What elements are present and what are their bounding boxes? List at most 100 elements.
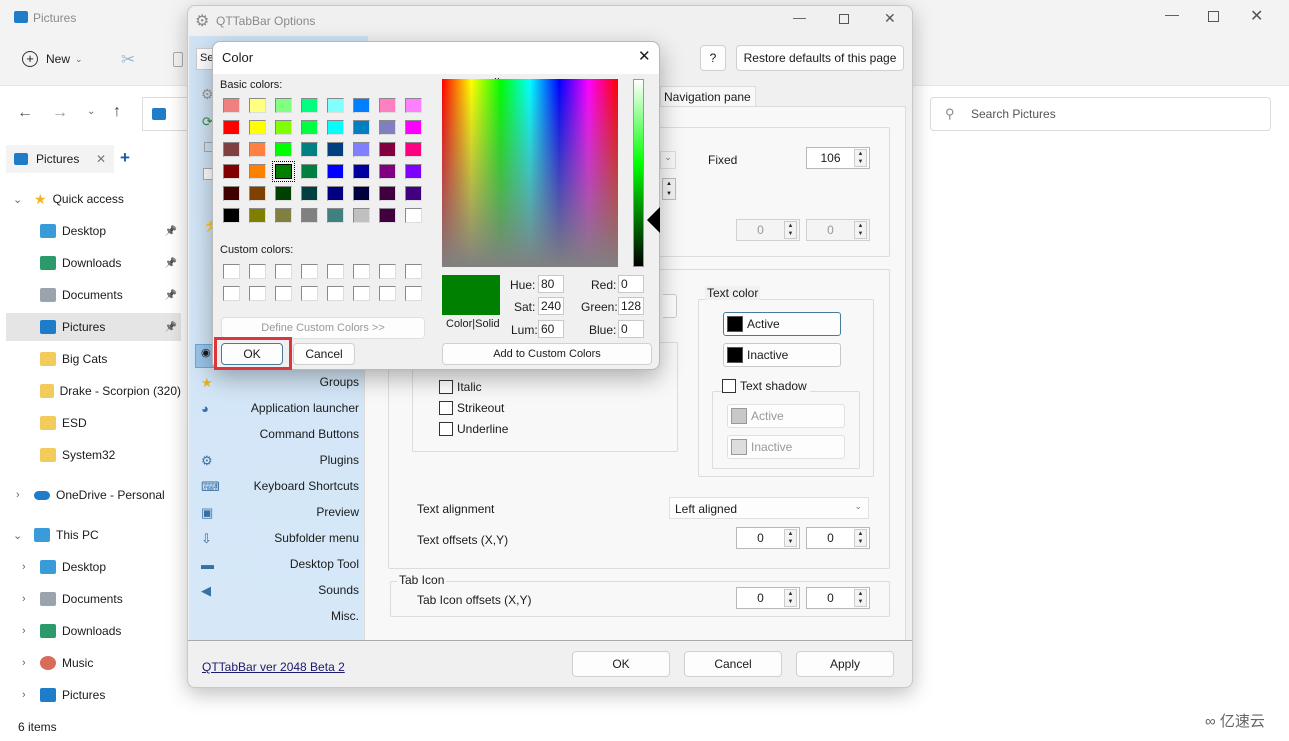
recent-chevron-icon[interactable]: ⌄ [87, 106, 95, 117]
cancel-button[interactable]: Cancel [684, 651, 782, 677]
sidebar-item[interactable]: ⚙ Plugins [189, 449, 359, 471]
custom-color-swatch[interactable] [353, 264, 370, 279]
basic-color-swatch[interactable] [223, 186, 240, 201]
basic-color-swatch[interactable] [249, 164, 266, 179]
expand-chevron-icon[interactable]: › [22, 561, 26, 573]
restore-defaults-button[interactable]: Restore defaults of this page [736, 45, 904, 71]
basic-color-swatch[interactable] [405, 186, 422, 201]
tree-item[interactable]: Documents 📌 [6, 281, 181, 309]
hue-field[interactable]: 80 [538, 275, 564, 293]
tree-onedrive[interactable]: OneDrive - Personal [34, 481, 165, 509]
font-style-checkbox[interactable]: Underline [439, 422, 508, 436]
spin-arrows-icon[interactable]: ▲ ▼ [854, 529, 867, 547]
custom-color-swatch[interactable] [301, 286, 318, 301]
custom-color-swatch[interactable] [301, 264, 318, 279]
cut-icon[interactable]: ✂ [121, 50, 135, 70]
spin-arrows-icon[interactable]: ▲ ▼ [784, 589, 797, 607]
basic-color-swatch[interactable] [301, 142, 318, 157]
sidebar-item[interactable]: ▣ Preview [189, 501, 359, 523]
tree-item[interactable]: Desktop [40, 553, 106, 581]
expand-chevron-icon[interactable]: › [22, 689, 26, 701]
basic-color-swatch[interactable] [379, 208, 396, 223]
tab-navigation-pane[interactable]: Navigation pane [660, 86, 756, 106]
up-icon[interactable]: ↑ [113, 103, 121, 121]
font-style-checkbox[interactable]: Italic [439, 380, 482, 394]
basic-color-swatch[interactable] [223, 164, 240, 179]
basic-color-swatch[interactable] [353, 120, 370, 135]
custom-color-swatch[interactable] [249, 286, 266, 301]
custom-color-swatch[interactable] [327, 286, 344, 301]
search-input[interactable]: ⚲ Search Pictures [930, 97, 1271, 131]
basic-color-swatch[interactable] [275, 142, 292, 157]
text-color-inactive-button[interactable]: Inactive [723, 343, 841, 367]
dialog-cancel-button[interactable]: Cancel [293, 343, 355, 365]
hue-saturation-spectrum[interactable]: ˙˙ [442, 77, 618, 267]
help-button[interactable]: ? [700, 45, 726, 71]
custom-color-swatch[interactable] [223, 264, 240, 279]
custom-color-swatch[interactable] [327, 264, 344, 279]
sidebar-item[interactable]: ◀ Sounds [189, 579, 359, 601]
sidebar-item[interactable]: Command Buttons [189, 423, 359, 445]
version-link[interactable]: QTTabBar ver 2048 Beta 2 [202, 660, 345, 674]
expand-chevron-icon[interactable]: › [16, 489, 20, 501]
text-shadow-checkbox[interactable]: Text shadow [722, 379, 810, 393]
custom-color-swatch[interactable] [275, 286, 292, 301]
pin-icon[interactable]: 📌 [165, 226, 177, 237]
tab-icon-offset-x-spinner[interactable]: 0 ▲ ▼ [736, 587, 800, 609]
font-style-checkbox[interactable]: Strikeout [439, 401, 504, 415]
basic-color-swatch[interactable] [275, 186, 292, 201]
green-field[interactable]: 128 [618, 297, 644, 315]
basic-color-swatch[interactable] [405, 98, 422, 113]
expand-chevron-icon[interactable]: ⌄ [13, 529, 22, 542]
tree-quick-access[interactable]: ★ Quick access [34, 185, 124, 213]
tab-icon-offset-y-spinner[interactable]: 0 ▲ ▼ [806, 587, 870, 609]
basic-color-swatch[interactable] [249, 98, 266, 113]
basic-color-swatch[interactable] [405, 164, 422, 179]
basic-color-swatch[interactable] [301, 208, 318, 223]
close-tab-icon[interactable]: ✕ [96, 152, 106, 166]
new-button[interactable]: + New ⌄ [22, 51, 83, 67]
basic-color-swatch[interactable] [379, 120, 396, 135]
luminance-slider[interactable] [633, 79, 644, 267]
basic-color-swatch[interactable] [327, 142, 344, 157]
back-icon[interactable]: ← [17, 104, 33, 122]
basic-color-swatch[interactable] [353, 186, 370, 201]
custom-color-swatch[interactable] [379, 264, 396, 279]
custom-color-swatch[interactable] [223, 286, 240, 301]
custom-color-swatch[interactable] [405, 264, 422, 279]
text-offset-x-spinner[interactable]: 0 ▲ ▼ [736, 527, 800, 549]
tree-item[interactable]: Desktop 📌 [6, 217, 181, 245]
spin-arrows-icon[interactable]: ▲ ▼ [854, 589, 867, 607]
tree-item[interactable]: Pictures [40, 681, 105, 709]
basic-color-swatch[interactable] [249, 208, 266, 223]
forward-icon[interactable]: → [52, 104, 68, 122]
lum-field[interactable]: 60 [538, 320, 564, 338]
tree-item[interactable]: Big Cats [6, 345, 181, 373]
spin-arrows-icon[interactable]: ▲ ▼ [662, 178, 676, 200]
sidebar-item[interactable]: Misc. [189, 605, 359, 627]
custom-color-swatch[interactable] [405, 286, 422, 301]
custom-color-swatch[interactable] [379, 286, 396, 301]
apply-button[interactable]: Apply [796, 651, 894, 677]
tree-item[interactable]: Documents [40, 585, 123, 613]
close-button[interactable]: ✕ [638, 47, 651, 65]
tab-pictures[interactable]: Pictures ✕ [6, 145, 114, 173]
basic-color-swatch[interactable] [223, 98, 240, 113]
basic-color-swatch[interactable] [327, 186, 344, 201]
basic-color-swatch[interactable] [272, 161, 295, 182]
spin-arrows-icon[interactable]: ▲ ▼ [854, 149, 867, 167]
sidebar-item[interactable]: ★ Groups [189, 371, 359, 393]
add-to-custom-colors-button[interactable]: Add to Custom Colors [442, 343, 652, 365]
basic-color-swatch[interactable] [223, 142, 240, 157]
red-field[interactable]: 0 [618, 275, 644, 293]
basic-color-swatch[interactable] [379, 98, 396, 113]
basic-color-swatch[interactable] [249, 142, 266, 157]
custom-color-swatch[interactable] [275, 264, 292, 279]
basic-color-swatch[interactable] [275, 98, 292, 113]
sidebar-item[interactable]: ▬ Desktop Tool [189, 553, 359, 575]
basic-color-swatch[interactable] [405, 142, 422, 157]
expand-chevron-icon[interactable]: › [22, 593, 26, 605]
minimize-button[interactable]: — [793, 10, 806, 25]
maximize-button[interactable] [839, 14, 849, 24]
sat-field[interactable]: 240 [538, 297, 564, 315]
